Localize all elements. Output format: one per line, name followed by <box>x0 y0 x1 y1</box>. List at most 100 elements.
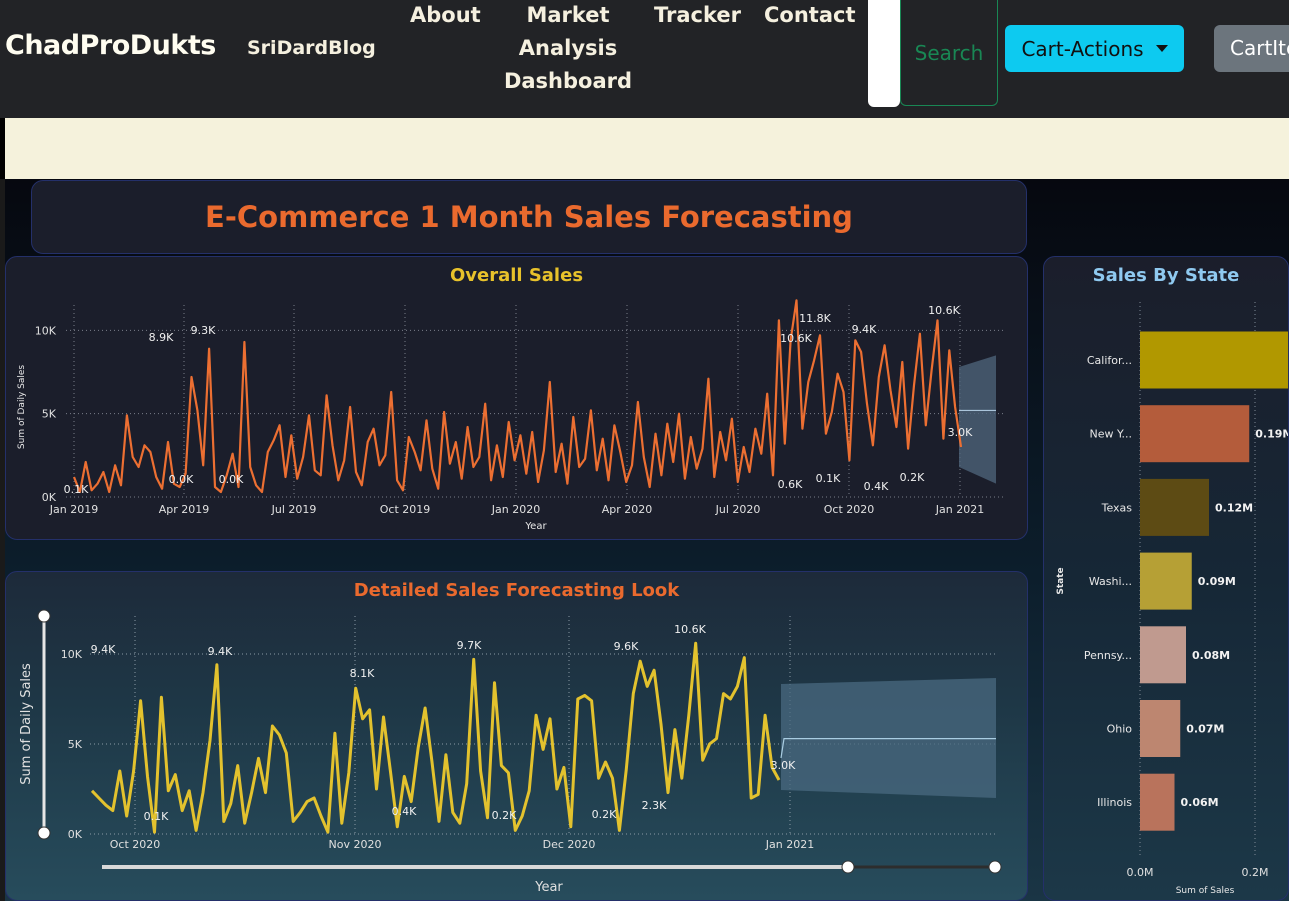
detailed-data-label: 9.6K <box>614 640 639 653</box>
overall-xtick-label: Apr 2019 <box>159 503 210 516</box>
state-bar <box>1140 773 1175 831</box>
detailed-data-label: 10.6K <box>674 623 706 636</box>
overall-data-label: 0.2K <box>900 471 925 484</box>
overall-data-label: 0.4K <box>864 480 889 493</box>
detailed-ytick-label: 5K <box>68 738 83 751</box>
detailed-data-label: 0.1K <box>144 810 169 823</box>
state-category-label: New Y... <box>1090 428 1132 441</box>
state-xtick-label: 0.0M <box>1127 866 1154 879</box>
dashboard-title: E-Commerce 1 Month Sales Forecasting <box>205 200 853 234</box>
overall-xtick-label: Oct 2020 <box>824 503 875 516</box>
overall-data-label: 9.4K <box>852 323 877 336</box>
overall-data-label: 0.0K <box>219 473 244 486</box>
state-value-label: 0.06M <box>1181 796 1219 809</box>
cart-actions-label: Cart-Actions <box>1021 36 1144 61</box>
nav-link-market-analysis[interactable]: Market Analysis Dashboard <box>498 0 638 98</box>
detailed-xtick-label: Oct 2020 <box>110 838 161 851</box>
detailed-data-label: 9.4K <box>91 643 116 656</box>
nav-link-contact[interactable]: Contact <box>764 0 856 32</box>
overall-forecast-band <box>959 355 996 484</box>
nav-link-about[interactable]: About <box>410 0 481 32</box>
detailed-data-label: 8.1K <box>350 667 375 680</box>
cart-items-button[interactable]: CartItems <box>1214 25 1289 72</box>
state-category-label: Washi... <box>1089 575 1132 588</box>
state-xtick-label: 0.2M <box>1242 866 1269 879</box>
cart-actions-dropdown[interactable]: Cart-Actions <box>1005 25 1184 72</box>
state-category-label: Ohio <box>1107 723 1133 736</box>
state-bar <box>1140 331 1288 389</box>
detailed-xtick-label: Nov 2020 <box>329 838 382 851</box>
state-category-label: Califor... <box>1087 354 1132 367</box>
state-category-label: Texas <box>1101 501 1133 514</box>
overall-xtick-label: Jul 2020 <box>715 503 761 516</box>
navbar: ChadProDukts SriDardBlog About Market An… <box>0 0 1289 118</box>
y-range-slider-top-handle[interactable] <box>37 609 51 623</box>
detailed-forecast-chart[interactable]: 0K 5K 10K Oct 2020 Nov 2020 Dec 2020 Jan 2021… <box>6 572 1027 900</box>
overall-ytick-label: 5K <box>42 408 57 421</box>
detailed-data-label: 2.3K <box>642 799 667 812</box>
detailed-xtick-label: Jan 2021 <box>765 838 814 851</box>
overall-data-label: 0.1K <box>816 472 841 485</box>
detailed-data-label: 0.2K <box>592 808 617 821</box>
detailed-data-label: 0.4K <box>392 805 417 818</box>
overall-data-label: 0.0K <box>169 473 194 486</box>
state-bar <box>1140 552 1192 610</box>
detailed-data-label: 9.7K <box>457 639 482 652</box>
detailed-ytick-label: 0K <box>68 828 83 841</box>
search-input[interactable] <box>868 0 900 107</box>
overall-xlabel: Year <box>524 521 547 532</box>
overall-ylabel: Sum of Daily Sales <box>17 365 27 449</box>
overall-data-label: 0.1K <box>64 483 89 496</box>
state-value-label: 0.19M <box>1255 428 1288 441</box>
nav-link-blog[interactable]: SriDardBlog <box>247 37 376 59</box>
overall-xtick-label: Oct 2019 <box>380 503 431 516</box>
x-range-slider-left-handle[interactable] <box>841 860 855 874</box>
overall-xtick-label: Jan 2020 <box>491 503 540 516</box>
state-bar <box>1140 405 1250 463</box>
overall-data-label: 3.0K <box>948 426 973 439</box>
detailed-xlabel: Year <box>534 880 563 895</box>
overall-xtick-label: Jan 2021 <box>935 503 984 516</box>
detailed-ytick-label: 10K <box>61 648 83 661</box>
overall-xtick-label: Jul 2019 <box>271 503 317 516</box>
brand-logo[interactable]: ChadProDukts <box>5 30 216 61</box>
sales-by-state-chart[interactable]: 0.0M0.2M0.4M Califor...0.34MNew Y...0.19… <box>1044 257 1288 900</box>
overall-data-label: 8.9K <box>149 331 174 344</box>
overall-ytick-label: 10K <box>35 324 57 337</box>
detailed-data-label: 0.2K <box>492 809 517 822</box>
state-category-label: Pennsy... <box>1084 649 1132 662</box>
nav-link-tracker[interactable]: Tracker <box>654 0 741 32</box>
state-xlabel: Sum of Sales <box>1176 886 1235 896</box>
detailed-ylabel: Sum of Daily Sales <box>19 663 34 785</box>
state-value-label: 0.08M <box>1192 649 1230 662</box>
state-bar <box>1140 700 1181 757</box>
y-range-slider-bottom-handle[interactable] <box>37 826 51 840</box>
dashboard-title-panel: E-Commerce 1 Month Sales Forecasting <box>31 180 1027 254</box>
x-range-slider-right-handle[interactable] <box>988 860 1002 874</box>
overall-xtick-label: Jan 2019 <box>49 503 98 516</box>
state-value-label: 0.09M <box>1198 575 1236 588</box>
detailed-data-label: 9.4K <box>208 645 233 658</box>
state-bar <box>1140 626 1186 684</box>
state-ylabel: State <box>1056 567 1066 594</box>
overall-data-label: 11.8K <box>799 312 831 325</box>
detailed-sales-line <box>90 641 781 834</box>
overall-xtick-label: Apr 2020 <box>602 503 653 516</box>
overall-data-label: 10.6K <box>928 304 960 317</box>
sales-by-state-panel[interactable]: Sales By State 0.0M0.2M0.4M Califor...0.… <box>1043 256 1289 901</box>
state-bar <box>1140 478 1209 536</box>
detailed-forecast-panel[interactable]: Detailed Sales Forecasting Look 0K 5K 10K … <box>5 571 1028 901</box>
search-button[interactable]: Search <box>900 0 998 106</box>
banner-strip <box>5 118 1289 179</box>
state-category-label: Illinois <box>1097 796 1132 809</box>
overall-sales-panel[interactable]: Overall Sales 0K 5K 10K Jan 2019 Apr 2019 Ju… <box>5 256 1028 540</box>
state-value-label: 0.07M <box>1186 723 1224 736</box>
detailed-xtick-label: Dec 2020 <box>543 838 596 851</box>
detailed-data-label: 3.0K <box>771 759 796 772</box>
overall-data-label: 0.6K <box>778 478 803 491</box>
overall-data-label: 9.3K <box>191 324 216 337</box>
state-value-label: 0.12M <box>1215 501 1253 514</box>
caret-down-icon <box>1155 45 1168 52</box>
overall-data-label: 10.6K <box>780 332 812 345</box>
overall-sales-chart[interactable]: 0K5K10K Jan 2019 Apr 2019 Jul 2019 Oct 2019… <box>6 257 1027 539</box>
